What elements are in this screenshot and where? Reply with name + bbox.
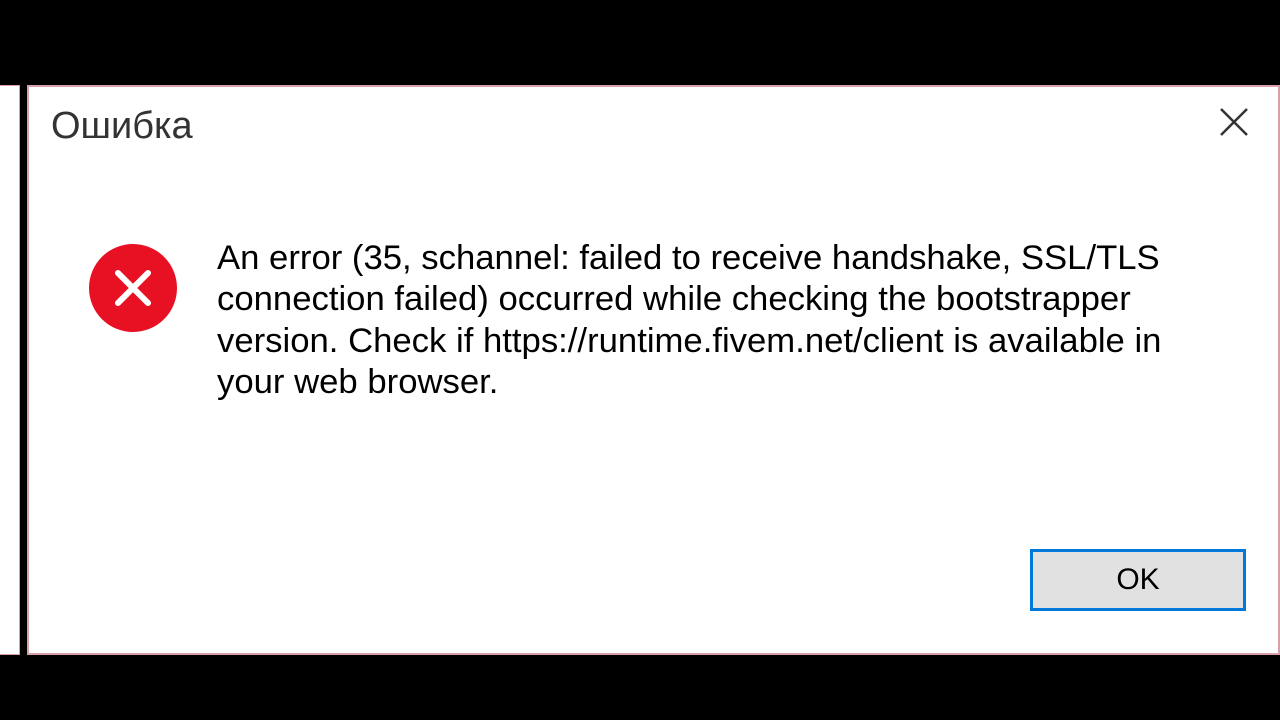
error-icon bbox=[89, 244, 177, 332]
error-icon-container bbox=[89, 238, 177, 529]
dialog-title: Ошибка bbox=[51, 105, 193, 148]
content-area: An error (35, schannel: failed to receiv… bbox=[29, 158, 1278, 549]
error-dialog: Ошибка An error (35, schannel: failed to… bbox=[27, 85, 1280, 655]
background-dialog-edge bbox=[0, 85, 20, 655]
button-row: OK bbox=[29, 549, 1278, 653]
error-message: An error (35, schannel: failed to receiv… bbox=[217, 238, 1258, 529]
titlebar: Ошибка bbox=[29, 87, 1278, 158]
close-button[interactable] bbox=[1212, 105, 1256, 145]
ok-button[interactable]: OK bbox=[1030, 549, 1246, 611]
x-mark-icon bbox=[110, 265, 156, 311]
close-icon bbox=[1218, 106, 1250, 138]
